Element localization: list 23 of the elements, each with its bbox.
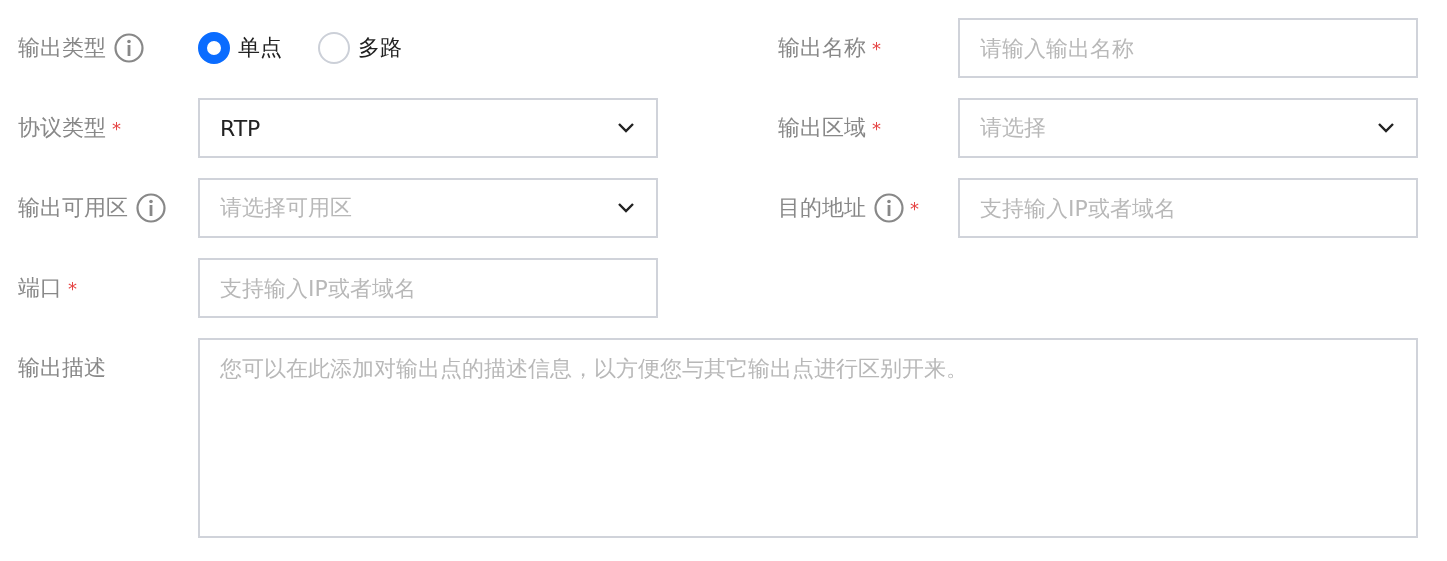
- info-icon[interactable]: [874, 193, 904, 223]
- field-label: 输出可用区: [18, 194, 128, 222]
- required-mark: *: [872, 37, 881, 59]
- required-mark: *: [872, 117, 881, 139]
- field-label: 目的地址: [778, 194, 866, 222]
- field-label: 输出名称: [778, 34, 866, 62]
- radio-option[interactable]: 单点: [198, 32, 282, 64]
- field-label: 输出类型: [18, 34, 106, 62]
- select-field[interactable]: RTP: [198, 98, 658, 158]
- input-field[interactable]: 支持输入IP或者域名: [198, 258, 658, 318]
- field-label: 协议类型: [18, 114, 106, 142]
- field-label: 输出描述: [18, 354, 106, 382]
- field-label: 端口: [18, 274, 62, 302]
- input-field[interactable]: 请输入输出名称: [958, 18, 1418, 78]
- info-icon[interactable]: [114, 33, 144, 63]
- field-label: 输出区域: [778, 114, 866, 142]
- info-icon[interactable]: [136, 193, 166, 223]
- required-mark: *: [910, 197, 919, 219]
- text-area[interactable]: 您可以在此添加对输出点的描述信息，以方便您与其它输出点进行区别开来。: [198, 338, 1418, 538]
- radio-option[interactable]: 多路: [318, 32, 402, 64]
- input-field[interactable]: 支持输入IP或者域名: [958, 178, 1418, 238]
- required-mark: *: [68, 277, 77, 299]
- required-mark: *: [112, 117, 121, 139]
